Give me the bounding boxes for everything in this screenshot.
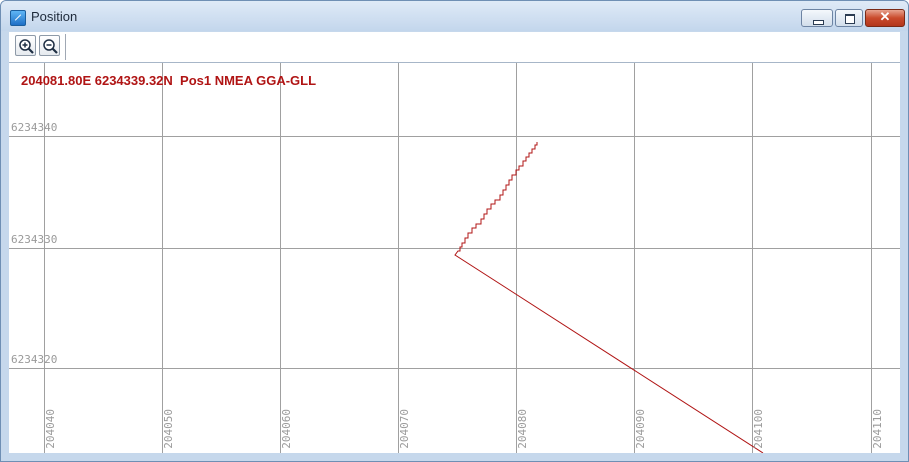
maximize-icon (845, 14, 855, 24)
x-tick-label: 204040 (44, 409, 57, 449)
close-icon: ✕ (879, 9, 891, 24)
grid (9, 63, 900, 453)
title-bar[interactable]: Position ✕ (1, 1, 908, 31)
toolbar-separator (65, 34, 66, 60)
maximize-button[interactable] (835, 9, 863, 27)
x-tick-label: 204110 (871, 409, 884, 449)
y-tick-label: 6234330 (11, 233, 58, 246)
toolbar (9, 32, 900, 63)
position-window: Position ✕ 204081.80E 6234339.32N Pos1 N… (0, 0, 909, 462)
zoom-out-icon (43, 39, 58, 54)
close-button[interactable]: ✕ (865, 9, 905, 27)
x-tick-label: 204100 (752, 409, 765, 449)
coordinate-readout: 204081.80E 6234339.32N Pos1 NMEA GGA-GLL (21, 73, 317, 88)
x-tick-label: 204050 (162, 409, 175, 449)
x-tick-label: 204070 (398, 409, 411, 449)
minimize-icon (813, 20, 824, 25)
position-app-icon (10, 10, 26, 26)
position-track (454, 142, 764, 453)
minimize-button[interactable] (801, 9, 833, 27)
plot-canvas (9, 63, 900, 453)
position-plot[interactable]: 204081.80E 6234339.32N Pos1 NMEA GGA-GLL… (9, 63, 900, 453)
zoom-out-button[interactable] (39, 35, 60, 56)
x-tick-label: 204060 (280, 409, 293, 449)
y-tick-label: 6234320 (11, 353, 58, 366)
zoom-in-icon (19, 39, 34, 54)
window-title: Position (31, 9, 78, 24)
zoom-in-button[interactable] (15, 35, 36, 56)
y-tick-label: 6234340 (11, 121, 58, 134)
x-tick-label: 204090 (634, 409, 647, 449)
x-tick-label: 204080 (516, 409, 529, 449)
